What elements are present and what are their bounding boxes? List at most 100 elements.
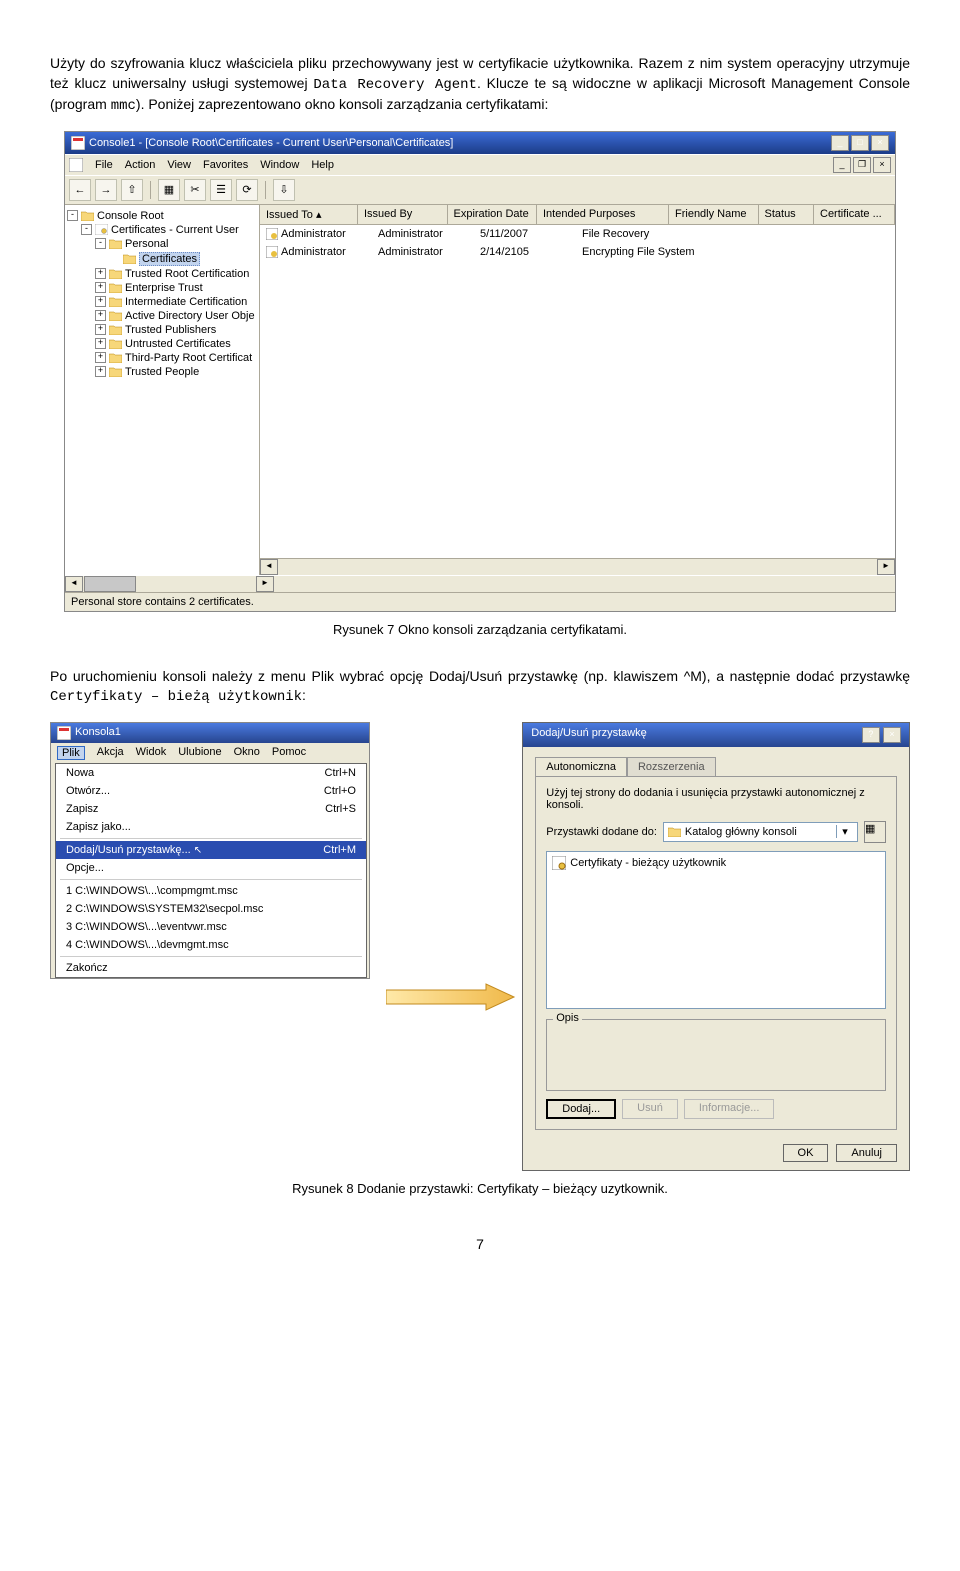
menu-view[interactable]: View: [167, 159, 191, 171]
k1-menu-okno[interactable]: Okno: [234, 746, 260, 760]
menu-item[interactable]: 3 C:\WINDOWS\...\eventvwr.msc: [56, 918, 366, 936]
tree-item[interactable]: +Trusted Root Certification: [67, 267, 257, 281]
chevron-down-icon[interactable]: ▾: [836, 825, 853, 838]
mid-paragraph: Po uruchomieniu konsoli należy z menu Pl…: [50, 667, 910, 708]
table-row[interactable]: AdministratorAdministrator5/11/2007File …: [260, 225, 895, 243]
menu-item[interactable]: 2 C:\WINDOWS\SYSTEM32\secpol.msc: [56, 900, 366, 918]
scroll-right[interactable]: ►: [877, 559, 895, 575]
scroll-thumb[interactable]: [84, 576, 136, 592]
refresh-button[interactable]: ⟳: [236, 179, 258, 201]
folder-icon: [668, 826, 681, 837]
close-button[interactable]: ×: [871, 135, 889, 151]
expand-toggle[interactable]: -: [95, 238, 106, 249]
k1-menu-pomoc[interactable]: Pomoc: [272, 746, 306, 760]
tree-item[interactable]: -Console Root: [67, 209, 257, 223]
mdi-min[interactable]: _: [833, 157, 851, 173]
tree-item[interactable]: - Personal: [67, 237, 257, 251]
mdi-close[interactable]: ×: [873, 157, 891, 173]
mdi-icon: [69, 158, 83, 172]
cert-icon: [552, 856, 566, 870]
show-tree-button[interactable]: ▦: [158, 179, 180, 201]
app-icon: [71, 136, 85, 150]
list-item[interactable]: Certyfikaty - bieżący użytkownik: [550, 855, 882, 871]
remove-button[interactable]: Usuń: [622, 1099, 678, 1119]
snapin-listbox[interactable]: Certyfikaty - bieżący użytkownik: [546, 851, 886, 1009]
tree-hscroll[interactable]: ◄ ►: [65, 575, 895, 592]
tab-autonomiczna[interactable]: Autonomiczna: [535, 757, 627, 776]
tab-rozszerzenia[interactable]: Rozszerzenia: [627, 757, 716, 776]
menu-item[interactable]: 1 C:\WINDOWS\...\compmgmt.msc: [56, 882, 366, 900]
menu-item[interactable]: Otwórz...Ctrl+O: [56, 782, 366, 800]
col-header[interactable]: Expiration Date: [448, 205, 538, 224]
menu-help[interactable]: Help: [311, 159, 334, 171]
col-header[interactable]: Friendly Name: [669, 205, 759, 224]
expand-toggle[interactable]: +: [95, 324, 106, 335]
tscroll-left[interactable]: ◄: [65, 576, 83, 592]
menu-item[interactable]: Zapisz jako...: [56, 818, 366, 836]
col-header[interactable]: Issued By: [358, 205, 448, 224]
properties-button[interactable]: ☰: [210, 179, 232, 201]
k1-menu-ulubione[interactable]: Ulubione: [178, 746, 221, 760]
col-header[interactable]: Intended Purposes: [537, 205, 669, 224]
cancel-button[interactable]: Anuluj: [836, 1144, 897, 1162]
k1-menu-widok[interactable]: Widok: [136, 746, 167, 760]
table-row[interactable]: AdministratorAdministrator2/14/2105Encry…: [260, 243, 895, 261]
tscroll-right[interactable]: ►: [256, 576, 274, 592]
add-button[interactable]: Dodaj...: [546, 1099, 616, 1119]
export-button[interactable]: ⇩: [273, 179, 295, 201]
expand-toggle[interactable]: -: [67, 210, 78, 221]
menu-item[interactable]: ZapiszCtrl+S: [56, 800, 366, 818]
forward-button[interactable]: →: [95, 179, 117, 201]
menu-item[interactable]: Dodaj/Usuń przystawkę... ↖Ctrl+M: [56, 841, 366, 859]
menu-file[interactable]: File: [95, 159, 113, 171]
expand-toggle[interactable]: +: [95, 296, 106, 307]
tree-item[interactable]: Certificates: [67, 251, 257, 267]
mdi-restore[interactable]: ❐: [853, 157, 871, 173]
expand-toggle[interactable]: +: [95, 338, 106, 349]
combo-snapins[interactable]: Katalog główny konsoli ▾: [663, 822, 858, 842]
cut-button[interactable]: ✂: [184, 179, 206, 201]
col-header[interactable]: Status: [759, 205, 815, 224]
ok-button[interactable]: OK: [783, 1144, 829, 1162]
minimize-button[interactable]: _: [831, 135, 849, 151]
back-button[interactable]: ←: [69, 179, 91, 201]
dlg-hint: Użyj tej strony do dodania i usunięcia p…: [546, 787, 886, 811]
menu-item[interactable]: Zakończ: [56, 959, 366, 977]
tree-item[interactable]: +Intermediate Certification: [67, 295, 257, 309]
menu-item[interactable]: 4 C:\WINDOWS\...\devmgmt.msc: [56, 936, 366, 954]
info-button[interactable]: Informacje...: [684, 1099, 775, 1119]
dlg-help-button[interactable]: ?: [862, 727, 880, 743]
tree-item[interactable]: +Third-Party Root Certificat: [67, 351, 257, 365]
toolbar: ← → ⇧ ▦ ✂ ☰ ⟳ ⇩: [65, 175, 895, 205]
k1-menu-plik[interactable]: Plik: [57, 746, 85, 760]
expand-toggle[interactable]: +: [95, 352, 106, 363]
menu-favorites[interactable]: Favorites: [203, 159, 248, 171]
expand-toggle[interactable]: +: [95, 310, 106, 321]
browse-button[interactable]: ▦: [864, 821, 886, 843]
tree-label: Active Directory User Obje: [125, 310, 255, 322]
tree-item[interactable]: +Trusted Publishers: [67, 323, 257, 337]
menu-action[interactable]: Action: [125, 159, 156, 171]
hscrollbar[interactable]: ◄ ►: [260, 558, 895, 575]
scroll-left[interactable]: ◄: [260, 559, 278, 575]
maximize-button[interactable]: □: [851, 135, 869, 151]
expand-toggle[interactable]: -: [81, 224, 92, 235]
tree-label: Personal: [125, 238, 168, 250]
dlg-close-button[interactable]: ×: [883, 727, 901, 743]
tree-item[interactable]: +Untrusted Certificates: [67, 337, 257, 351]
menu-window[interactable]: Window: [260, 159, 299, 171]
menu-item[interactable]: Opcje...: [56, 859, 366, 877]
menu-item[interactable]: NowaCtrl+N: [56, 764, 366, 782]
tree-item[interactable]: +Enterprise Trust: [67, 281, 257, 295]
tree-item[interactable]: +Trusted People: [67, 365, 257, 379]
tree-pane[interactable]: -Console Root-Certificates - Current Use…: [65, 205, 260, 575]
expand-toggle[interactable]: +: [95, 282, 106, 293]
tree-item[interactable]: -Certificates - Current User: [67, 223, 257, 237]
tree-item[interactable]: + Active Directory User Obje: [67, 309, 257, 323]
expand-toggle[interactable]: +: [95, 268, 106, 279]
col-header[interactable]: Issued To ▴: [260, 205, 358, 224]
k1-menu-akcja[interactable]: Akcja: [97, 746, 124, 760]
col-header[interactable]: Certificate ...: [814, 205, 895, 224]
expand-toggle[interactable]: +: [95, 366, 106, 377]
up-button[interactable]: ⇧: [121, 179, 143, 201]
